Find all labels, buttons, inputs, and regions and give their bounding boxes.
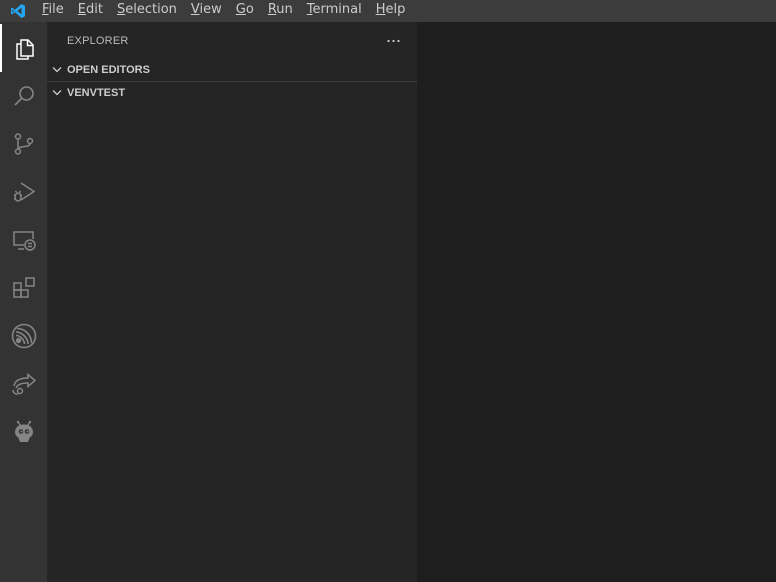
menu-selection[interactable]: Selection	[110, 0, 184, 22]
activity-source-control[interactable]	[0, 120, 47, 168]
menu-edit-label: dit	[86, 2, 103, 17]
menu-edit-mnemonic: E	[77, 2, 86, 17]
chevron-down-icon	[47, 59, 67, 81]
sidebar-header: EXPLORER	[47, 22, 417, 57]
menu-selection-mnemonic: S	[116, 2, 126, 17]
run-debug-icon	[12, 180, 36, 204]
platformio-icon	[12, 420, 36, 444]
activity-bar	[0, 22, 47, 582]
live-share-icon	[11, 372, 37, 396]
menu-run[interactable]: Run	[261, 0, 300, 22]
extensions-icon	[12, 276, 36, 300]
menu-run-label: un	[276, 2, 293, 17]
menu-go-mnemonic: G	[235, 2, 246, 17]
menu-run-mnemonic: R	[267, 2, 277, 17]
section-open-editors-label: OPEN EDITORS	[67, 64, 150, 76]
menu-go-label: o	[245, 2, 254, 17]
sidebar-title: EXPLORER	[67, 35, 129, 47]
menu-view[interactable]: View	[184, 0, 229, 22]
vscode-logo-icon	[0, 0, 35, 22]
explorer-sidebar: EXPLORER OPEN EDITORS VENVTEST	[47, 22, 417, 582]
menu-edit[interactable]: Edit	[71, 0, 110, 22]
menu-selection-label: election	[125, 2, 177, 17]
menu-bar: File Edit Selection View Go Run Terminal…	[35, 0, 412, 22]
menu-view-label: iew	[199, 2, 222, 17]
menu-help-label: elp	[385, 2, 406, 17]
menu-file[interactable]: File	[35, 0, 71, 22]
activity-search[interactable]	[0, 72, 47, 120]
section-workspace-folder[interactable]: VENVTEST	[47, 82, 417, 104]
activity-run-debug[interactable]	[0, 168, 47, 216]
menu-file-label: ile	[48, 2, 64, 17]
chevron-down-icon	[47, 82, 67, 104]
menu-go[interactable]: Go	[229, 0, 261, 22]
remote-explorer-icon	[12, 228, 36, 252]
more-actions-button[interactable]	[384, 31, 404, 47]
search-icon	[12, 84, 36, 108]
section-open-editors[interactable]: OPEN EDITORS	[47, 59, 417, 81]
menu-view-mnemonic: V	[190, 2, 200, 17]
activity-explorer[interactable]	[0, 24, 47, 72]
activity-extensions[interactable]	[0, 264, 47, 312]
editor-area[interactable]	[417, 22, 776, 582]
menu-terminal-label: erminal	[312, 2, 362, 17]
menu-terminal[interactable]: Terminal	[300, 0, 369, 22]
section-workspace-folder-label: VENVTEST	[67, 87, 126, 99]
activity-platformio[interactable]	[0, 408, 47, 456]
explorer-icon	[13, 36, 37, 60]
activity-remote-explorer[interactable]	[0, 216, 47, 264]
ellipsis-icon	[386, 32, 402, 47]
activity-live-share[interactable]	[0, 360, 47, 408]
espressif-icon	[11, 323, 37, 349]
title-bar: File Edit Selection View Go Run Terminal…	[0, 0, 776, 22]
activity-espressif[interactable]	[0, 312, 47, 360]
source-control-icon	[12, 132, 36, 156]
menu-help[interactable]: Help	[369, 0, 413, 22]
